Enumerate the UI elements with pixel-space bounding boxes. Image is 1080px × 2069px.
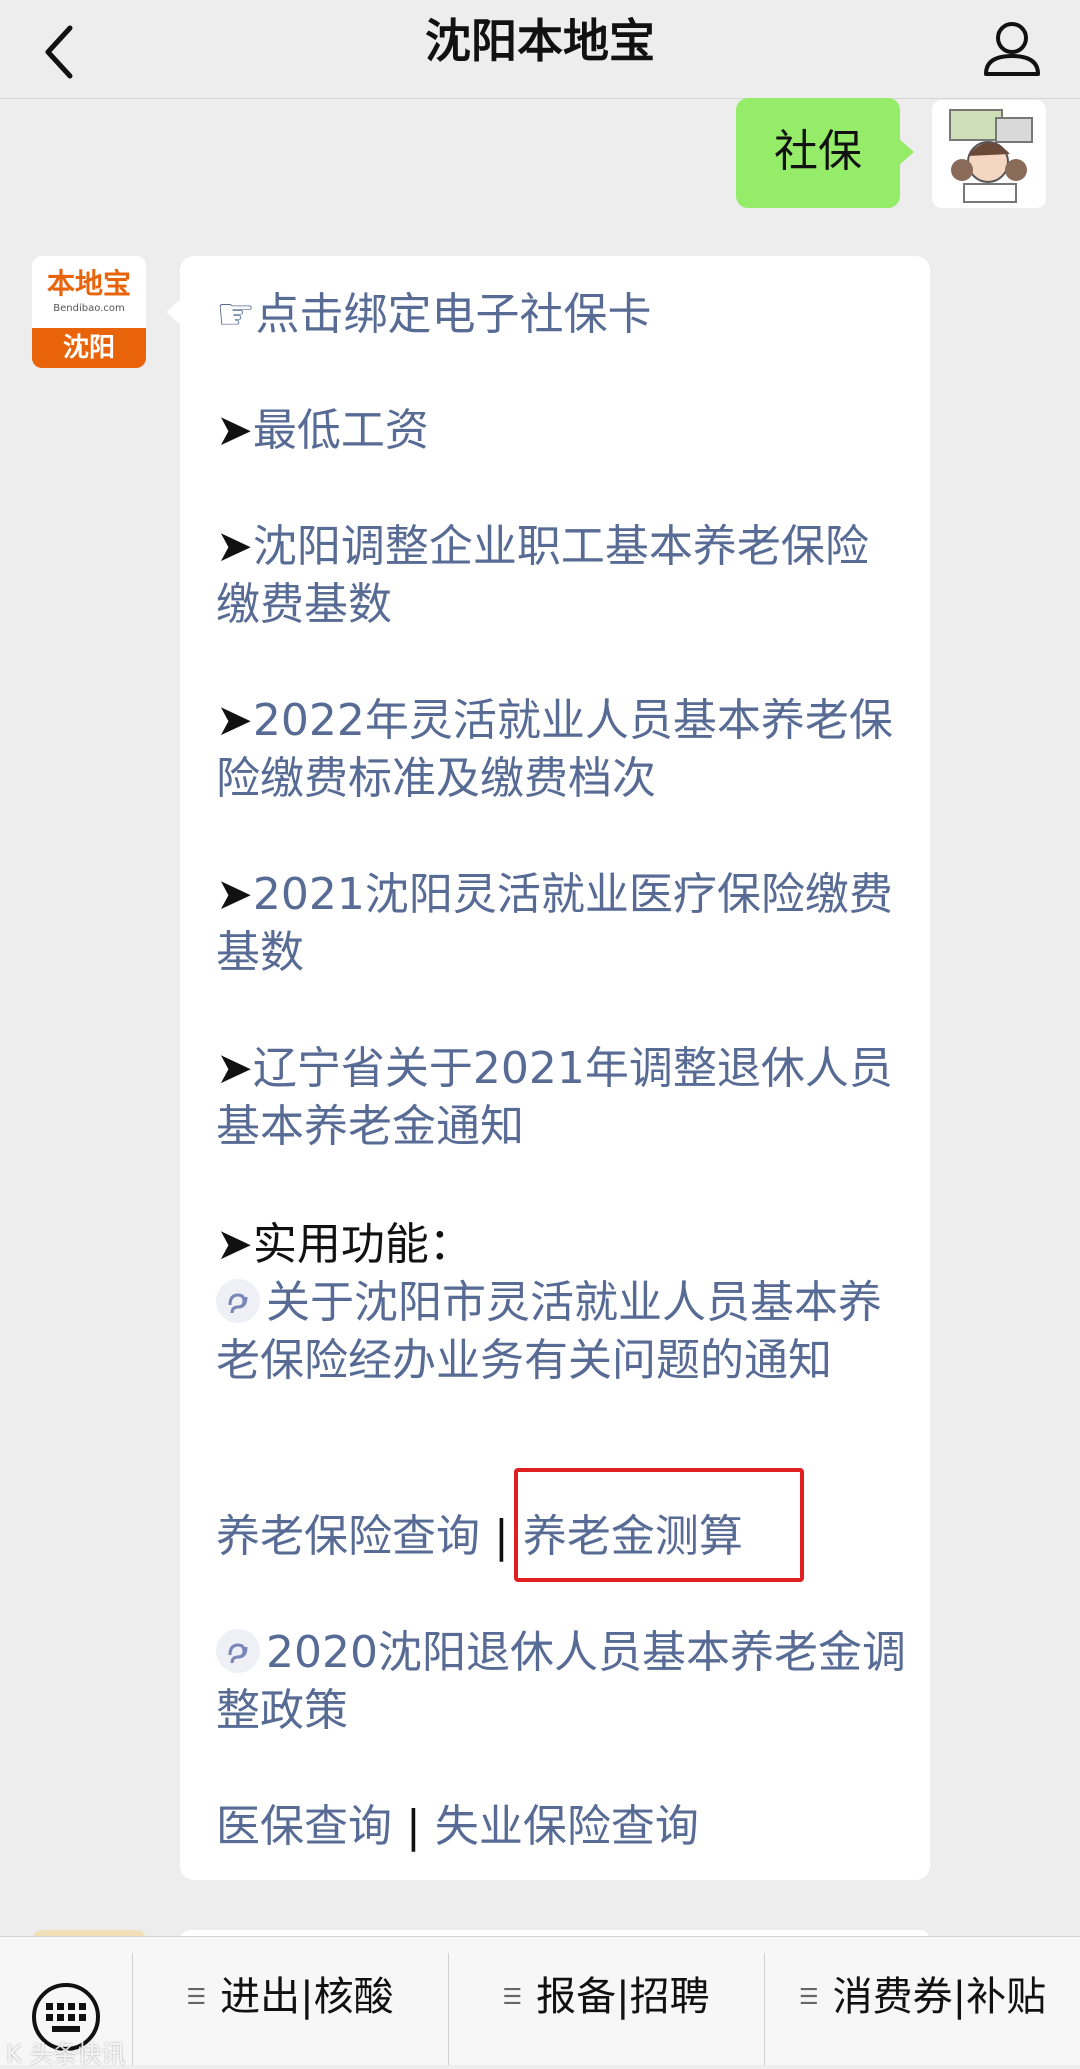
user-message-text: 社保 (774, 126, 862, 177)
mini-program-icon (216, 1279, 260, 1323)
page-title: 沈阳本地宝 (425, 14, 655, 68)
arrow-icon: ➤ (216, 521, 253, 572)
person-icon (984, 22, 1040, 76)
list-item-text: 2022年灵活就业人员基本养老保险缴费标准及缴费档次 (216, 695, 893, 804)
mini-program-link[interactable]: 关于沈阳市灵活就业人员基本养老保险经办业务有关问题的通知 (216, 1274, 906, 1390)
list-item[interactable]: ➤沈阳调整企业职工基本养老保险缴费基数 (216, 518, 906, 634)
list-item-text: 辽宁省关于2021年调整退休人员基本养老金通知 (216, 1043, 893, 1152)
bot-avatar-city: 沈阳 (32, 328, 146, 368)
bot-avatar[interactable]: 本地宝 Bendibao.com 沈阳 (32, 256, 146, 368)
mini-program-link-text: 2020沈阳退休人员基本养老金调整政策 (216, 1627, 906, 1736)
user-message-bubble[interactable]: 社保 (736, 98, 914, 208)
arrow-icon: ➤ (216, 869, 253, 920)
bot-avatar-logo: 本地宝 Bendibao.com (32, 256, 146, 328)
bot-avatar-brand: 本地宝 (46, 267, 131, 300)
top-bar: 沈阳本地宝 (0, 0, 1080, 99)
mini-program-icon (216, 1629, 260, 1673)
list-item-text: 最低工资 (252, 405, 429, 456)
list-item[interactable]: ➤最低工资 (216, 402, 906, 460)
list-item[interactable]: ➤辽宁省关于2021年调整退休人员基本养老金通知 (216, 1040, 906, 1156)
list-item[interactable]: ➤2022年灵活就业人员基本养老保险缴费标准及缴费档次 (216, 692, 906, 808)
functions-heading: ➤实用功能： (216, 1219, 473, 1270)
menu-item-entry-exit[interactable]: ☰ 进出|核酸 (133, 1937, 447, 2065)
menu-lines-icon: ☰ (798, 1985, 819, 2010)
unemployment-query-link[interactable]: 失业保险查询 (435, 1801, 699, 1852)
bot-message-bubble: ☞点击绑定电子社保卡 ➤最低工资 ➤沈阳调整企业职工基本养老保险缴费基数 ➤20… (166, 256, 930, 1880)
medical-query-link[interactable]: 医保查询 (216, 1801, 392, 1852)
arrow-icon: ➤ (216, 1043, 253, 1094)
mini-program-link-text: 关于沈阳市灵活就业人员基本养老保险经办业务有关问题的通知 (216, 1277, 882, 1386)
query-links-row: 医保查询 | 失业保险查询 (216, 1798, 906, 1856)
menu-item-label: 报备|招聘 (536, 1974, 710, 2020)
menu-item-voucher-subsidy[interactable]: ☰ 消费券|补贴 (765, 1937, 1080, 2065)
cartoon-avatar-icon (949, 109, 1033, 203)
menu-lines-icon: ☰ (502, 1985, 523, 2010)
separator: | (406, 1801, 421, 1852)
menu-item-label: 消费券|补贴 (832, 1974, 1047, 2020)
list-item[interactable]: ➤2021沈阳灵活就业医疗保险缴费基数 (216, 866, 906, 982)
highlight-box (514, 1468, 804, 1582)
separator: | (494, 1511, 509, 1562)
user-avatar[interactable] (932, 100, 1046, 208)
arrow-icon: ➤ (216, 695, 253, 746)
list-item-text: 2021沈阳灵活就业医疗保险缴费基数 (216, 869, 893, 978)
list-item-text: 沈阳调整企业职工基本养老保险缴费基数 (216, 521, 869, 630)
profile-button[interactable] (972, 8, 1052, 88)
menu-lines-icon: ☰ (186, 1985, 207, 2010)
pension-query-link[interactable]: 养老保险查询 (216, 1511, 480, 1562)
mini-program-link[interactable]: 2020沈阳退休人员基本养老金调整政策 (216, 1624, 906, 1740)
bottom-menu-bar: ☰ 进出|核酸 ☰ 报备|招聘 ☰ 消费券|补贴 (0, 1936, 1080, 2065)
menu-item-label: 进出|核酸 (220, 1974, 394, 2020)
arrow-icon: ➤ (216, 405, 253, 456)
menu-item-report-recruit[interactable]: ☰ 报备|招聘 (449, 1937, 763, 2065)
bot-avatar-domain: Bendibao.com (53, 303, 125, 314)
bind-social-card-link[interactable]: ☞点击绑定电子社保卡 (216, 286, 906, 344)
